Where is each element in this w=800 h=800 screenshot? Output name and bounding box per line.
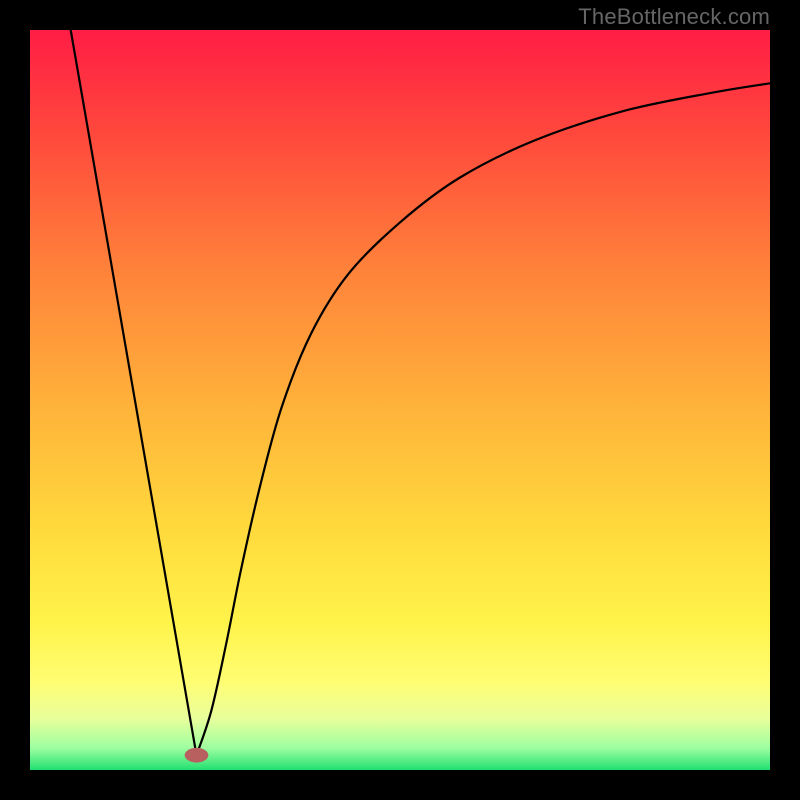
- plot-area: [30, 30, 770, 770]
- watermark-text: TheBottleneck.com: [578, 4, 770, 30]
- plot-svg: [30, 30, 770, 770]
- vertex-marker: [185, 748, 209, 763]
- chart-frame: TheBottleneck.com: [0, 0, 800, 800]
- gradient-background: [30, 30, 770, 770]
